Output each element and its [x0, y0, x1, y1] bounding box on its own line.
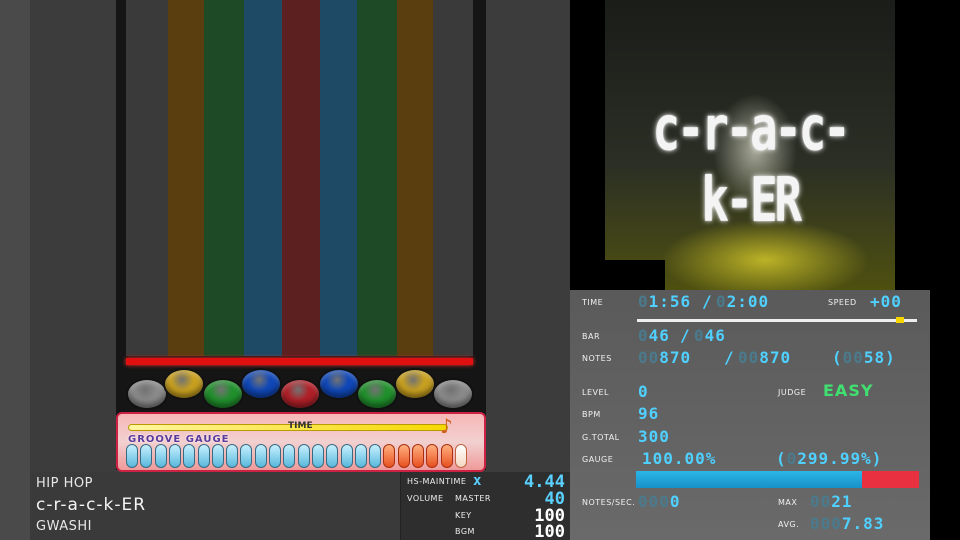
key-button-8 — [394, 368, 436, 400]
groove-gauge-segment — [297, 444, 310, 468]
hs-multiplier-x: x — [473, 473, 482, 489]
groove-gauge-segment — [240, 444, 253, 468]
song-title: c-r-a-c-k-ER — [36, 495, 147, 515]
groove-gauge-segment — [454, 444, 467, 468]
groove-gauge-segment — [126, 444, 138, 468]
volume-label: VOLUME — [407, 494, 444, 503]
right-frame — [930, 0, 960, 540]
key-button-4 — [240, 368, 282, 400]
key-button-1 — [126, 378, 168, 410]
gtotal-value: 300 — [638, 427, 670, 446]
gtotal-label: G.TOTAL — [582, 433, 620, 442]
groove-gauge-segment — [412, 444, 424, 468]
notes-per-sec-label: NOTES/SEC. — [582, 498, 636, 507]
gauge-value: 100.00% — [642, 449, 717, 468]
bar-current: 046 — [638, 326, 670, 345]
groove-gauge-segment — [226, 444, 239, 468]
background-movie: c-r-a-c-k-ER — [605, 0, 895, 290]
notes-label: NOTES — [582, 354, 612, 363]
lane-1 — [126, 0, 168, 356]
key-button-3 — [202, 378, 244, 410]
judge-value: EASY — [823, 381, 874, 400]
speed-slider — [637, 319, 917, 322]
groove-gauge-segment — [383, 444, 396, 468]
lane-2 — [168, 0, 204, 356]
groove-gauge-segment — [369, 444, 382, 468]
song-genre: HIP HOP — [36, 476, 93, 491]
gauge-bar — [636, 471, 919, 488]
bpm-value: 96 — [638, 404, 660, 423]
gauge-extra: (0299.99%) — [776, 449, 883, 468]
groove-gauge-segment — [397, 444, 410, 468]
level-label: LEVEL — [582, 388, 609, 397]
song-info-box: HIP HOP c-r-a-c-k-ER GWASHI — [30, 472, 400, 540]
speed-slider-thumb — [896, 317, 905, 323]
bpm-label: BPM — [582, 410, 601, 419]
settings-box: HS-MAINTIME x 4.44 VOLUME MASTER 40 KEY … — [400, 472, 570, 540]
movie-title-text: c-r-a-c-k-ER — [652, 93, 851, 237]
bar-label: BAR — [582, 332, 601, 341]
avg-value: 0007.83 — [810, 514, 885, 533]
groove-gauge-segment — [140, 444, 153, 468]
bgm-volume-label: BGM — [455, 527, 475, 536]
gauge-label: GAUGE — [582, 455, 614, 464]
key-button-5 — [279, 378, 321, 410]
groove-gauge-segment — [440, 444, 453, 468]
notes-total: 00870 — [738, 348, 792, 367]
groove-gauge-segment — [211, 444, 224, 468]
stats-panel: TIME 01:56 / 02:00 SPEED +00 BAR 046 / 0… — [570, 290, 930, 540]
time-current: 01:56 — [638, 292, 692, 311]
speed-label: SPEED — [828, 298, 857, 307]
avg-label: AVG. — [778, 520, 800, 529]
groove-gauge-segment — [197, 444, 210, 468]
key-button-9 — [432, 378, 474, 410]
lane-7 — [357, 0, 397, 356]
lane-6 — [320, 0, 357, 356]
lane-9 — [433, 0, 473, 356]
max-label: MAX — [778, 498, 798, 507]
notes-extra: (0058) — [832, 348, 896, 367]
groove-gauge-segment — [283, 444, 296, 468]
groove-gauge-segment — [269, 444, 281, 468]
notes-separator: / — [724, 348, 735, 367]
max-value: 0021 — [810, 492, 853, 511]
lane-8 — [397, 0, 433, 356]
lane-3 — [204, 0, 244, 356]
time-label: TIME — [582, 298, 604, 307]
hs-maintime-label: HS-MAINTIME — [407, 477, 467, 486]
time-bar-label: TIME — [288, 421, 313, 431]
groove-gauge-segment — [340, 444, 353, 468]
bar-separator: / — [680, 326, 691, 345]
groove-gauge-segment — [326, 444, 339, 468]
groove-gauge-segment — [154, 444, 167, 468]
notes-per-sec-value: 0000 — [638, 492, 681, 511]
groove-gauge-segment — [311, 444, 324, 468]
gauge-bar-fill — [636, 471, 863, 488]
lane-5 — [282, 0, 320, 356]
groove-gauge-segment — [354, 444, 367, 468]
key-volume-label: KEY — [455, 511, 472, 520]
time-total: 02:00 — [716, 292, 770, 311]
key-button-7 — [356, 378, 398, 410]
key-button-6 — [318, 368, 360, 400]
song-artist: GWASHI — [36, 519, 92, 534]
groove-gauge-segment — [168, 444, 181, 468]
master-volume-label: MASTER — [455, 494, 491, 503]
judge-line — [126, 358, 473, 365]
bar-total: 046 — [694, 326, 726, 345]
speed-value: +00 — [870, 292, 902, 311]
bgm-volume-value: 100 — [534, 522, 565, 540]
music-note-icon: ♪ — [440, 414, 453, 438]
groove-gauge-segment — [254, 444, 267, 468]
key-button-2 — [163, 368, 205, 400]
lane-4 — [244, 0, 282, 356]
level-value: 0 — [638, 382, 649, 401]
judge-label: JUDGE — [778, 388, 807, 397]
groove-gauge-segment — [183, 444, 196, 468]
time-separator: / — [702, 292, 713, 311]
movie-letterbox — [605, 260, 665, 290]
groove-gauge-segment — [426, 444, 439, 468]
groove-gauge-panel: TIME ♪ GROOVE GAUGE — [116, 412, 486, 472]
notes-current: 00870 — [638, 348, 692, 367]
